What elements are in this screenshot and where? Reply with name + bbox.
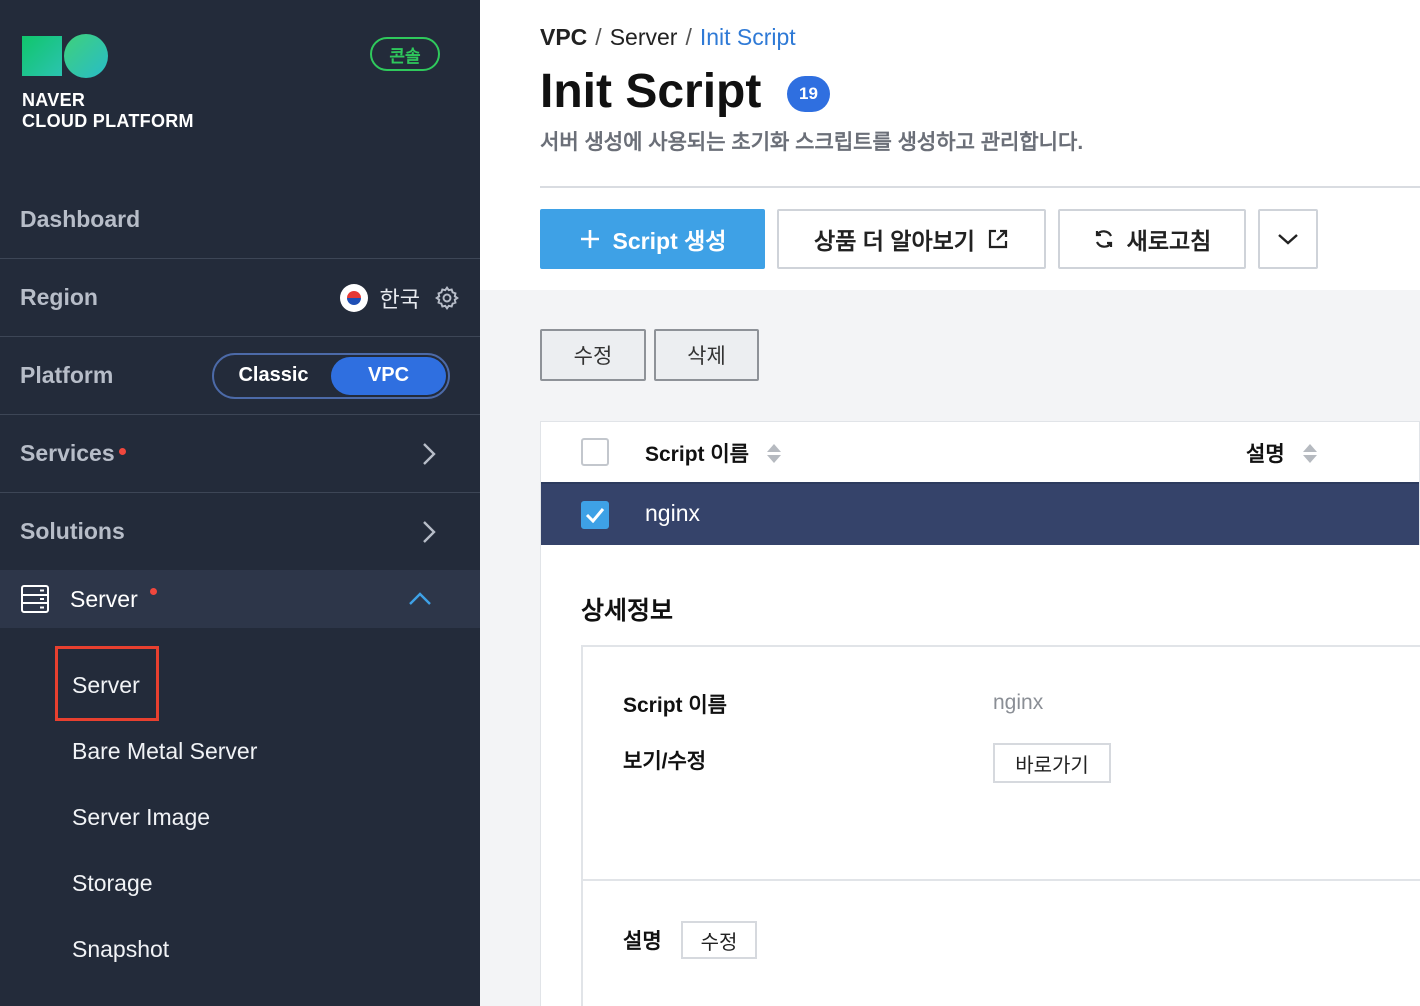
row-script-name: nginx [645,500,700,526]
more-dropdown-button[interactable] [1258,209,1318,269]
gear-icon[interactable] [434,285,460,311]
sidebar-item-storage[interactable]: Storage [72,870,153,897]
region-value[interactable]: 한국 [380,282,420,314]
external-link-icon [987,228,1009,250]
sidebar-item-server-image[interactable]: Server Image [72,804,210,831]
main-content: VPC / Server / Init Script Init Script 1… [480,0,1420,1006]
select-all-checkbox[interactable] [581,438,609,466]
server-icon [20,584,50,614]
column-script-name[interactable]: Script 이름 [645,438,781,468]
nav-solutions[interactable]: Solutions [0,493,480,571]
refresh-icon [1093,228,1115,250]
refresh-label: 새로고침 [1126,228,1212,254]
page-title: Init Script [540,65,762,118]
logo-line1: NAVER [22,90,86,110]
edit-button[interactable]: 수정 [540,329,646,381]
breadcrumb-vpc[interactable]: VPC [540,24,587,51]
detail-panel: 상세정보 Script 이름 nginx 보기/수정 바로가기 설명 수정 [540,545,1420,1006]
sort-icon [1302,443,1317,463]
learn-more-button[interactable]: 상품 더 알아보기 [777,209,1046,269]
sidebar: NAVER CLOUD PLATFORM 콘솔 Dashboard Region… [0,0,480,1006]
header-divider [540,186,1420,188]
count-badge: 19 [787,76,830,112]
sidebar-item-server[interactable]: Server [72,672,140,699]
learn-more-label: 상품 더 알아보기 [814,228,975,254]
checkmark-icon [585,508,605,523]
nav-region: Region 한국 [0,259,480,337]
nav-platform: Platform Classic VPC [0,337,480,415]
nav-region-label: Region [20,284,98,310]
column-description-label: 설명 [1246,443,1285,466]
row-checkbox[interactable] [581,501,609,529]
naver-cloud-logo[interactable]: NAVER CLOUD PLATFORM [22,34,194,132]
sidebar-item-snapshot[interactable]: Snapshot [72,936,169,963]
script-table: Script 이름 설명 nginx [540,421,1420,547]
platform-option-classic[interactable]: Classic [216,357,331,395]
platform-option-vpc[interactable]: VPC [331,356,446,395]
detail-box: Script 이름 nginx 보기/수정 바로가기 설명 수정 [581,645,1420,1006]
table-header: Script 이름 설명 [541,422,1419,484]
create-script-label: Script 생성 [612,228,727,254]
create-script-button[interactable]: Script 생성 [540,209,765,269]
nav-server-group-label: Server [70,585,138,612]
delete-button[interactable]: 삭제 [654,329,759,381]
plus-icon [579,228,601,250]
detail-name-value: nginx [993,691,1044,714]
nav-platform-label: Platform [20,362,114,388]
console-badge[interactable]: 콘솔 [370,37,440,71]
chevron-right-icon [422,442,436,466]
platform-toggle[interactable]: Classic VPC [212,352,450,399]
chevron-up-icon [408,592,432,606]
detail-title: 상세정보 [581,597,674,625]
page-description: 서버 생성에 사용되는 초기화 스크립트를 생성하고 관리합니다. [540,131,1084,154]
breadcrumb: VPC / Server / Init Script [540,24,796,51]
logo-line2: CLOUD PLATFORM [22,111,194,131]
refresh-button[interactable]: 새로고침 [1058,209,1246,269]
nav-solutions-label: Solutions [20,518,125,544]
detail-description-label: 설명 [623,930,662,953]
description-edit-button[interactable]: 수정 [681,921,757,959]
column-script-name-label: Script 이름 [645,443,749,466]
detail-name-label: Script 이름 [623,694,727,717]
sidebar-item-bare-metal-server[interactable]: Bare Metal Server [72,738,257,765]
new-indicator-dot [118,448,126,455]
chevron-right-icon [422,520,436,544]
korea-flag-icon [339,283,368,312]
detail-view-edit-label: 보기/수정 [623,750,707,773]
breadcrumb-init-script[interactable]: Init Script [700,24,796,51]
nav-services-label: Services [20,440,115,466]
breadcrumb-server[interactable]: Server [610,24,678,51]
sort-icon [767,443,781,463]
nav-dashboard[interactable]: Dashboard [0,181,480,259]
nav-services[interactable]: Services [0,415,480,493]
nav-dashboard-label: Dashboard [20,206,141,232]
chevron-down-icon [1277,233,1299,245]
go-to-button[interactable]: 바로가기 [993,743,1111,783]
logo-mark-icon [22,34,194,78]
page-header: VPC / Server / Init Script Init Script 1… [480,0,1420,290]
detail-divider [583,879,1420,881]
column-description[interactable]: 설명 [1246,438,1317,468]
new-indicator-dot [149,587,157,595]
nav-server-group[interactable]: Server [0,570,480,628]
table-row[interactable]: nginx [541,484,1419,546]
